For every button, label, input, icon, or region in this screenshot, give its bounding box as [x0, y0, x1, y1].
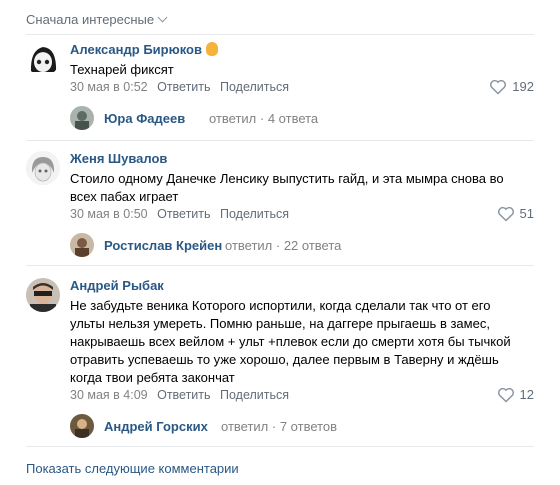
divider	[26, 140, 534, 141]
avatar	[70, 233, 94, 257]
share-button[interactable]: Поделиться	[220, 388, 289, 402]
divider	[26, 265, 534, 266]
comment-text: Стоило одному Данечке Ленсику выпустить …	[70, 171, 504, 204]
reply-author[interactable]: Юра Фадеев	[104, 111, 185, 126]
reply-button[interactable]: Ответить	[157, 388, 210, 402]
reply-summary: ответил · 4 ответа	[209, 111, 319, 126]
comment-date[interactable]: 30 мая в 0:50	[70, 207, 148, 221]
reply-thread[interactable]: Юра Фадеев ответил · 4 ответа	[70, 106, 470, 132]
reply-thread[interactable]: Андрей Горских ответил · 7 ответов	[70, 414, 470, 440]
chevron-down-icon	[157, 12, 168, 23]
reply-count[interactable]: 22 ответа	[284, 238, 342, 253]
avatar[interactable]	[26, 278, 60, 312]
comment-author[interactable]: Александр Бирюков	[70, 42, 218, 57]
divider	[26, 446, 534, 447]
comment: Александр Бирюков Технарей фиксят 30 мая…	[26, 42, 534, 137]
like-count: 51	[519, 206, 534, 221]
reply-author[interactable]: Ростислав Крейен	[104, 238, 222, 253]
like-count: 12	[519, 387, 534, 402]
avatar	[70, 106, 94, 130]
comment-meta: 30 мая в 4:09 Ответить Поделиться	[70, 388, 295, 402]
avatar[interactable]	[26, 151, 60, 185]
comment-meta: 30 мая в 0:52 Ответить Поделиться	[70, 80, 295, 94]
divider	[26, 34, 534, 35]
share-button[interactable]: Поделиться	[220, 207, 289, 221]
comment: Андрей Рыбак Не забудьте веника Которого…	[26, 278, 534, 443]
comment-text: Не забудьте веника Которого испортили, к…	[70, 298, 511, 385]
share-button[interactable]: Поделиться	[220, 80, 289, 94]
heart-outline-icon	[497, 387, 514, 403]
reply-summary: ответил · 7 ответов	[221, 419, 338, 434]
like-button[interactable]: 51	[497, 206, 534, 222]
comment: Женя Шувалов Стоило одному Данечке Ленси…	[26, 151, 534, 261]
like-button[interactable]: 192	[489, 79, 534, 95]
show-more-comments-link[interactable]: Показать следующие комментарии	[26, 461, 239, 476]
comment-author[interactable]: Андрей Рыбак	[70, 278, 164, 293]
reply-author[interactable]: Андрей Горских	[104, 419, 208, 434]
like-count: 192	[512, 79, 534, 94]
comment-author[interactable]: Женя Шувалов	[70, 151, 167, 166]
comment-text: Технарей фиксят	[70, 62, 174, 77]
sort-label: Сначала интересные	[26, 12, 155, 27]
reply-button[interactable]: Ответить	[157, 207, 210, 221]
avatar	[70, 414, 94, 438]
comment-meta: 30 мая в 0:50 Ответить Поделиться	[70, 207, 295, 221]
reply-summary: ответил · 22 ответа	[225, 238, 342, 253]
sort-dropdown[interactable]: Сначала интересные	[26, 12, 168, 27]
reply-thread[interactable]: Ростислав Крейен ответил · 22 ответа	[70, 233, 470, 259]
reply-count[interactable]: 7 ответов	[280, 419, 337, 434]
avatar[interactable]	[26, 42, 60, 76]
like-button[interactable]: 12	[497, 387, 534, 403]
comment-date[interactable]: 30 мая в 4:09	[70, 388, 148, 402]
reply-count[interactable]: 4 ответа	[268, 111, 318, 126]
heart-outline-icon	[497, 206, 514, 222]
thumbs-up-emoji-icon	[205, 42, 218, 56]
reply-button[interactable]: Ответить	[157, 80, 210, 94]
heart-outline-icon	[490, 79, 507, 95]
comment-date[interactable]: 30 мая в 0:52	[70, 80, 148, 94]
